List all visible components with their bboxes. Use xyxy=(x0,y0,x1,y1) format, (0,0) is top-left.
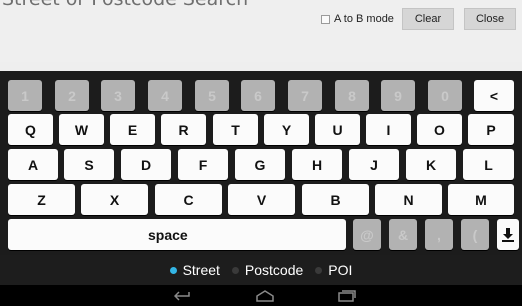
key-q[interactable]: Q xyxy=(8,114,53,145)
key-l[interactable]: L xyxy=(463,149,514,180)
key-v[interactable]: V xyxy=(228,184,295,215)
system-nav-bar xyxy=(0,285,522,306)
key-8[interactable]: 8 xyxy=(335,80,369,111)
page-title: Street or Postcode Search xyxy=(2,0,248,10)
key-w[interactable]: W xyxy=(59,114,104,145)
postcode-radio[interactable] xyxy=(231,266,239,274)
key-7[interactable]: 7 xyxy=(288,80,322,111)
key-6[interactable]: 6 xyxy=(241,80,275,111)
clear-button[interactable]: Clear xyxy=(402,8,454,30)
close-button[interactable]: Close xyxy=(464,8,516,30)
back-icon xyxy=(174,290,190,301)
key-paren[interactable]: ( xyxy=(461,219,489,250)
key-m[interactable]: M xyxy=(448,184,514,215)
back-button[interactable] xyxy=(168,285,198,306)
ab-mode-checkbox[interactable] xyxy=(321,14,330,24)
key-y[interactable]: Y xyxy=(264,114,309,145)
mode-postcode-option[interactable]: Postcode xyxy=(231,262,304,278)
recent-apps-icon xyxy=(338,289,356,302)
key-3[interactable]: 3 xyxy=(101,80,135,111)
key-n[interactable]: N xyxy=(375,184,442,215)
key-c[interactable]: C xyxy=(155,184,222,215)
key-ampersand[interactable]: & xyxy=(389,219,417,250)
key-1[interactable]: 1 xyxy=(8,80,42,111)
search-header: Street or Postcode Search A to B mode Cl… xyxy=(0,0,522,62)
mode-poi-option[interactable]: POI xyxy=(315,262,352,278)
key-9[interactable]: 9 xyxy=(381,80,415,111)
key-h[interactable]: H xyxy=(292,149,342,180)
key-0[interactable]: 0 xyxy=(428,80,462,111)
key-e[interactable]: E xyxy=(110,114,155,145)
key-comma[interactable]: , xyxy=(425,219,453,250)
key-p[interactable]: P xyxy=(468,114,514,145)
keyboard: 1 2 3 4 5 6 7 8 9 0 < Q W E R T Y U I O … xyxy=(0,71,522,255)
recent-apps-button[interactable] xyxy=(332,285,362,306)
key-o[interactable]: O xyxy=(417,114,462,145)
space-key[interactable]: space xyxy=(8,219,346,250)
key-r[interactable]: R xyxy=(161,114,206,145)
key-s[interactable]: S xyxy=(64,149,114,180)
mode-street-option[interactable]: Street xyxy=(169,262,220,278)
ab-mode-label: A to B mode xyxy=(334,13,394,25)
ab-mode-toggle[interactable]: A to B mode xyxy=(321,13,394,25)
key-b[interactable]: B xyxy=(302,184,369,215)
backspace-key[interactable]: < xyxy=(474,80,514,111)
key-z[interactable]: Z xyxy=(8,184,75,215)
key-j[interactable]: J xyxy=(349,149,399,180)
key-u[interactable]: U xyxy=(315,114,360,145)
key-g[interactable]: G xyxy=(235,149,285,180)
key-k[interactable]: K xyxy=(406,149,456,180)
search-mode-selector: Street Postcode POI xyxy=(0,255,522,285)
home-button[interactable] xyxy=(250,285,280,306)
key-2[interactable]: 2 xyxy=(55,80,89,111)
key-a[interactable]: A xyxy=(8,149,58,180)
mode-street-label: Street xyxy=(182,262,220,278)
hide-keyboard-key[interactable] xyxy=(497,219,519,250)
key-5[interactable]: 5 xyxy=(195,80,229,111)
home-icon xyxy=(256,289,274,302)
key-f[interactable]: F xyxy=(178,149,228,180)
street-radio[interactable] xyxy=(169,266,177,274)
key-i[interactable]: I xyxy=(366,114,411,145)
key-at[interactable]: @ xyxy=(353,219,381,250)
key-d[interactable]: D xyxy=(121,149,171,180)
key-x[interactable]: X xyxy=(81,184,148,215)
key-t[interactable]: T xyxy=(213,114,258,145)
mode-poi-label: POI xyxy=(328,262,353,278)
key-4[interactable]: 4 xyxy=(148,80,182,111)
mode-postcode-label: Postcode xyxy=(244,262,304,278)
poi-radio[interactable] xyxy=(315,266,323,274)
space-label: space xyxy=(148,226,188,243)
download-arrow-icon xyxy=(502,227,514,242)
